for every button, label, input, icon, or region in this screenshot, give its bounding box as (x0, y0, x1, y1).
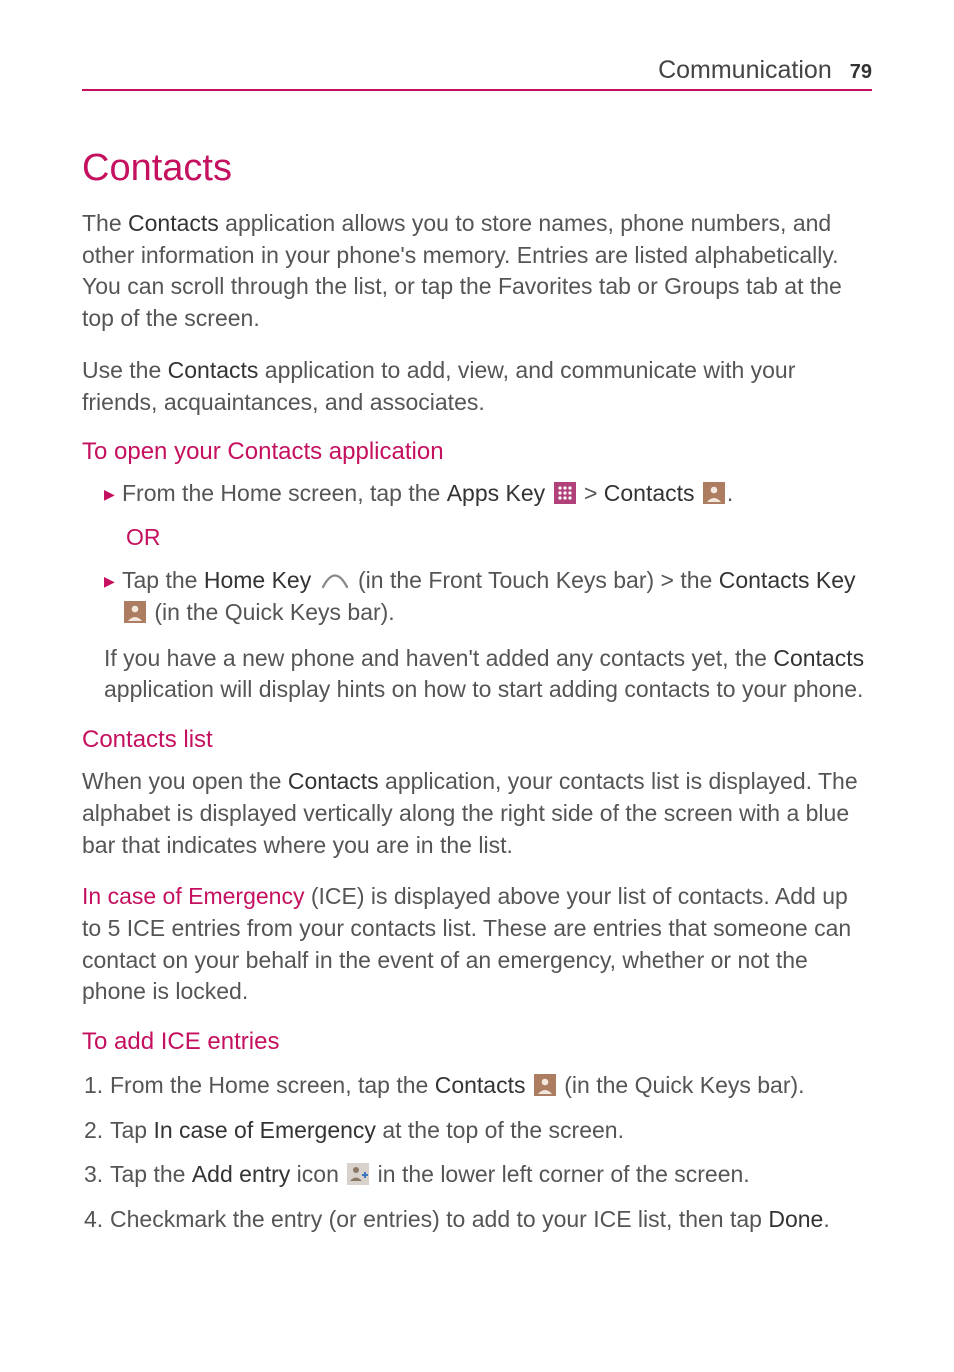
text: From the Home screen, tap the (122, 480, 447, 506)
text: The (82, 210, 128, 236)
app-name: Contacts (773, 645, 864, 671)
list-item: 1. From the Home screen, tap the Contact… (84, 1068, 872, 1103)
text: Use the (82, 357, 168, 383)
text: . (823, 1206, 829, 1232)
document-page: Communication 79 Contacts The Contacts a… (0, 0, 954, 1302)
app-name: Contacts (168, 357, 259, 383)
app-name: Contacts (288, 768, 379, 794)
text: (in the Quick Keys bar). (154, 599, 394, 625)
text: From the Home screen, tap the (110, 1072, 435, 1098)
add-entry-icon (347, 1163, 369, 1185)
or-label: OR (126, 524, 872, 551)
list-text: Checkmark the entry (or entries) to add … (110, 1202, 872, 1237)
list-number: 4. (84, 1202, 110, 1237)
key-name: Home Key (204, 567, 311, 593)
heading-add-ice: To add ICE entries (82, 1028, 872, 1056)
bullet-text: From the Home screen, tap the Apps Key >… (122, 478, 872, 510)
list-item: 3. Tap the Add entry icon in the lower l… (84, 1157, 872, 1192)
text: icon (290, 1161, 345, 1187)
text: at the top of the screen. (376, 1117, 624, 1143)
list-item: 4. Checkmark the entry (or entries) to a… (84, 1202, 872, 1237)
app-name: Contacts (604, 480, 695, 506)
bullet-item: ▶ From the Home screen, tap the Apps Key… (104, 478, 872, 510)
bullet-marker-icon: ▶ (104, 572, 122, 591)
list-text: Tap In case of Emergency at the top of t… (110, 1113, 872, 1148)
bullet-item: ▶ Tap the Home Key (in the Front Touch K… (104, 565, 872, 628)
list-text: From the Home screen, tap the Contacts (… (110, 1068, 872, 1103)
page-title: Contacts (82, 147, 872, 190)
label: Add entry (192, 1161, 290, 1187)
text: Tap (110, 1117, 153, 1143)
list-number: 1. (84, 1068, 110, 1103)
contacts-key-icon (124, 601, 146, 623)
key-name: Apps Key (447, 480, 545, 506)
bullet-text: Tap the Home Key (in the Front Touch Key… (122, 565, 872, 628)
apps-key-icon (554, 482, 576, 504)
text: (in the Front Touch Keys bar) > the (358, 567, 719, 593)
contacts-list-paragraph-1: When you open the Contacts application, … (82, 766, 872, 861)
text: Tap the (122, 567, 204, 593)
ice-label: In case of Emergency (82, 883, 304, 909)
list-number: 3. (84, 1157, 110, 1192)
text: When you open the (82, 768, 288, 794)
home-key-icon (320, 570, 350, 590)
text: > (584, 480, 604, 506)
intro-paragraph-2: Use the Contacts application to add, vie… (82, 355, 872, 418)
list-item: 2. Tap In case of Emergency at the top o… (84, 1113, 872, 1148)
text: in the lower left corner of the screen. (378, 1161, 750, 1187)
intro-paragraph-1: The Contacts application allows you to s… (82, 208, 872, 335)
text: Tap the (110, 1161, 192, 1187)
page-header: Communication 79 (82, 56, 872, 91)
section-name: Communication (658, 56, 832, 85)
list-number: 2. (84, 1113, 110, 1148)
note-paragraph: If you have a new phone and haven't adde… (104, 643, 872, 706)
label: In case of Emergency (153, 1117, 375, 1143)
list-text: Tap the Add entry icon in the lower left… (110, 1157, 872, 1192)
key-name: Contacts Key (719, 567, 856, 593)
contacts-list-paragraph-2: In case of Emergency (ICE) is displayed … (82, 881, 872, 1008)
app-name: Contacts (435, 1072, 526, 1098)
text: application will display hints on how to… (104, 676, 863, 702)
bullet-marker-icon: ▶ (104, 485, 122, 504)
text: Checkmark the entry (or entries) to add … (110, 1206, 768, 1232)
heading-contacts-list: Contacts list (82, 726, 872, 754)
page-number: 79 (850, 61, 872, 84)
text: (in the Quick Keys bar). (564, 1072, 804, 1098)
ordered-list: 1. From the Home screen, tap the Contact… (82, 1068, 872, 1236)
contacts-icon (703, 482, 725, 504)
text: If you have a new phone and haven't adde… (104, 645, 773, 671)
app-name: Contacts (128, 210, 219, 236)
contacts-icon (534, 1074, 556, 1096)
label: Done (768, 1206, 823, 1232)
text: . (727, 480, 733, 506)
heading-open-contacts: To open your Contacts application (82, 438, 872, 466)
